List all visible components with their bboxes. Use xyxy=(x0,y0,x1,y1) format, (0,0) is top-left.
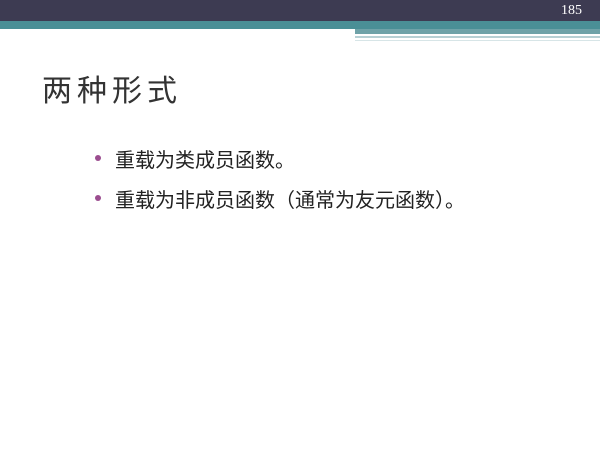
bullet-dot-icon xyxy=(95,195,101,201)
accent-line-light xyxy=(355,40,600,41)
accent-band xyxy=(355,29,600,34)
header-band xyxy=(0,0,600,21)
bullet-text: 重载为类成员函数。 xyxy=(115,148,295,172)
accent-line xyxy=(355,36,600,38)
bullet-dot-icon xyxy=(95,155,101,161)
slide-title: 两种形式 xyxy=(42,74,182,109)
teal-band xyxy=(0,21,600,29)
page-number: 185 xyxy=(561,3,582,18)
slide: 185 两种形式 重载为类成员函数。 重载为非成员函数（通常为友元函数）。 xyxy=(0,0,600,450)
bullet-text: 重载为非成员函数（通常为友元函数）。 xyxy=(115,188,465,212)
